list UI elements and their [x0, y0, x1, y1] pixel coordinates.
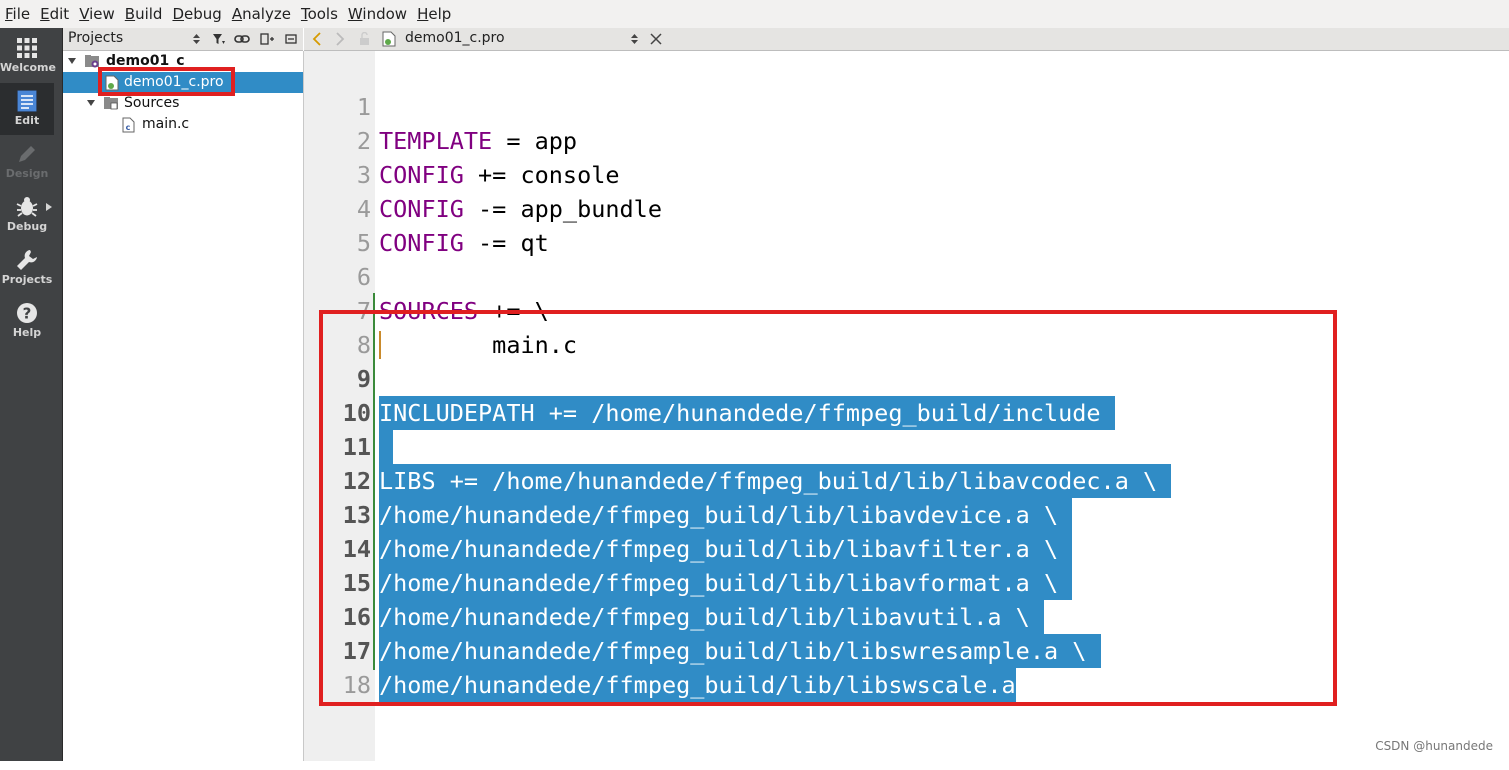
grid-icon — [15, 36, 39, 60]
mode-debug[interactable]: Debug — [0, 189, 54, 241]
mode-welcome[interactable]: Welcome — [0, 30, 54, 82]
c-file-icon: c — [122, 117, 135, 133]
open-document-selector[interactable]: demo01_c.pro — [405, 30, 505, 46]
mode-label: Design — [0, 167, 54, 180]
watermark: CSDN @hunandede — [1375, 739, 1493, 753]
mode-label: Edit — [0, 114, 54, 127]
back-arrow-icon[interactable] — [312, 32, 322, 46]
line-text: TEMPLATE = app — [379, 124, 577, 158]
close-icon[interactable] — [650, 33, 662, 45]
mode-edit[interactable]: Edit — [0, 83, 54, 135]
svg-text:c: c — [126, 123, 131, 132]
menu-tools[interactable]: Tools — [296, 5, 343, 23]
annotation-box-selection — [319, 310, 1337, 706]
document-icon — [15, 89, 39, 113]
line-text: CONFIG -= app_bundle — [379, 192, 662, 226]
chevron-down-icon[interactable] — [68, 58, 76, 64]
filter-icon[interactable] — [212, 32, 226, 46]
projects-pane-header: Projects — [63, 28, 303, 51]
mode-help[interactable]: ? Help — [0, 295, 54, 347]
code-line: 3 CONFIG -= app_bundle — [304, 124, 361, 158]
code-line: 7 main.c — [304, 260, 361, 294]
question-icon: ? — [15, 301, 39, 325]
close-pane-icon[interactable] — [284, 32, 298, 46]
pencil-icon — [15, 142, 39, 166]
code-line: 5 — [304, 192, 361, 226]
tree-item-label: Sources — [124, 93, 179, 114]
menu-bar: File Edit View Build Debug Analyze Tools… — [0, 0, 1509, 28]
line-text: CONFIG -= qt — [379, 226, 549, 260]
source-folder-icon — [103, 95, 119, 111]
menu-view[interactable]: View — [74, 5, 120, 23]
chevron-down-icon[interactable] — [87, 100, 95, 106]
menu-debug[interactable]: Debug — [167, 5, 226, 23]
menu-build[interactable]: Build — [120, 5, 168, 23]
updown-arrows-icon[interactable] — [630, 33, 639, 45]
code-line: 2 CONFIG += console — [304, 90, 361, 124]
code-line: 1 TEMPLATE = app — [304, 56, 361, 90]
pro-file-icon — [382, 31, 396, 47]
tree-item-sources[interactable]: Sources — [63, 93, 303, 114]
menu-analyze[interactable]: Analyze — [227, 5, 296, 23]
link-icon[interactable] — [234, 32, 250, 46]
chevron-right-icon — [46, 203, 52, 211]
mode-design[interactable]: Design — [0, 136, 54, 188]
mode-selector: Welcome Edit Design — [0, 28, 63, 761]
project-tree: demo01_c demo01_c.pro Sources c main.c — [63, 51, 304, 761]
svg-text:?: ? — [23, 305, 32, 323]
tree-item-main-c[interactable]: c main.c — [63, 114, 303, 135]
code-line: 4 CONFIG -= qt — [304, 158, 361, 192]
line-text: CONFIG += console — [379, 158, 620, 192]
updown-arrows-icon[interactable] — [192, 33, 201, 45]
mode-label: Projects — [0, 273, 54, 286]
wrench-icon — [15, 248, 39, 272]
mode-projects[interactable]: Projects — [0, 242, 54, 294]
projects-view-selector[interactable]: Projects — [68, 30, 123, 46]
mode-label: Help — [0, 326, 54, 339]
tree-item-label: main.c — [142, 114, 189, 135]
menu-window[interactable]: Window — [343, 5, 412, 23]
menu-file[interactable]: File — [0, 5, 35, 23]
editor-toolbar: demo01_c.pro — [304, 28, 1509, 51]
menu-edit[interactable]: Edit — [35, 5, 74, 23]
bug-icon — [15, 195, 39, 219]
split-icon[interactable] — [260, 32, 274, 46]
mode-label: Debug — [0, 220, 54, 233]
lock-icon — [359, 32, 370, 46]
menu-help[interactable]: Help — [412, 5, 456, 23]
annotation-box-pro-file — [98, 67, 235, 96]
mode-label: Welcome — [0, 61, 54, 74]
forward-arrow-icon[interactable] — [335, 32, 345, 46]
code-line: 6 SOURCES += \ — [304, 226, 361, 260]
